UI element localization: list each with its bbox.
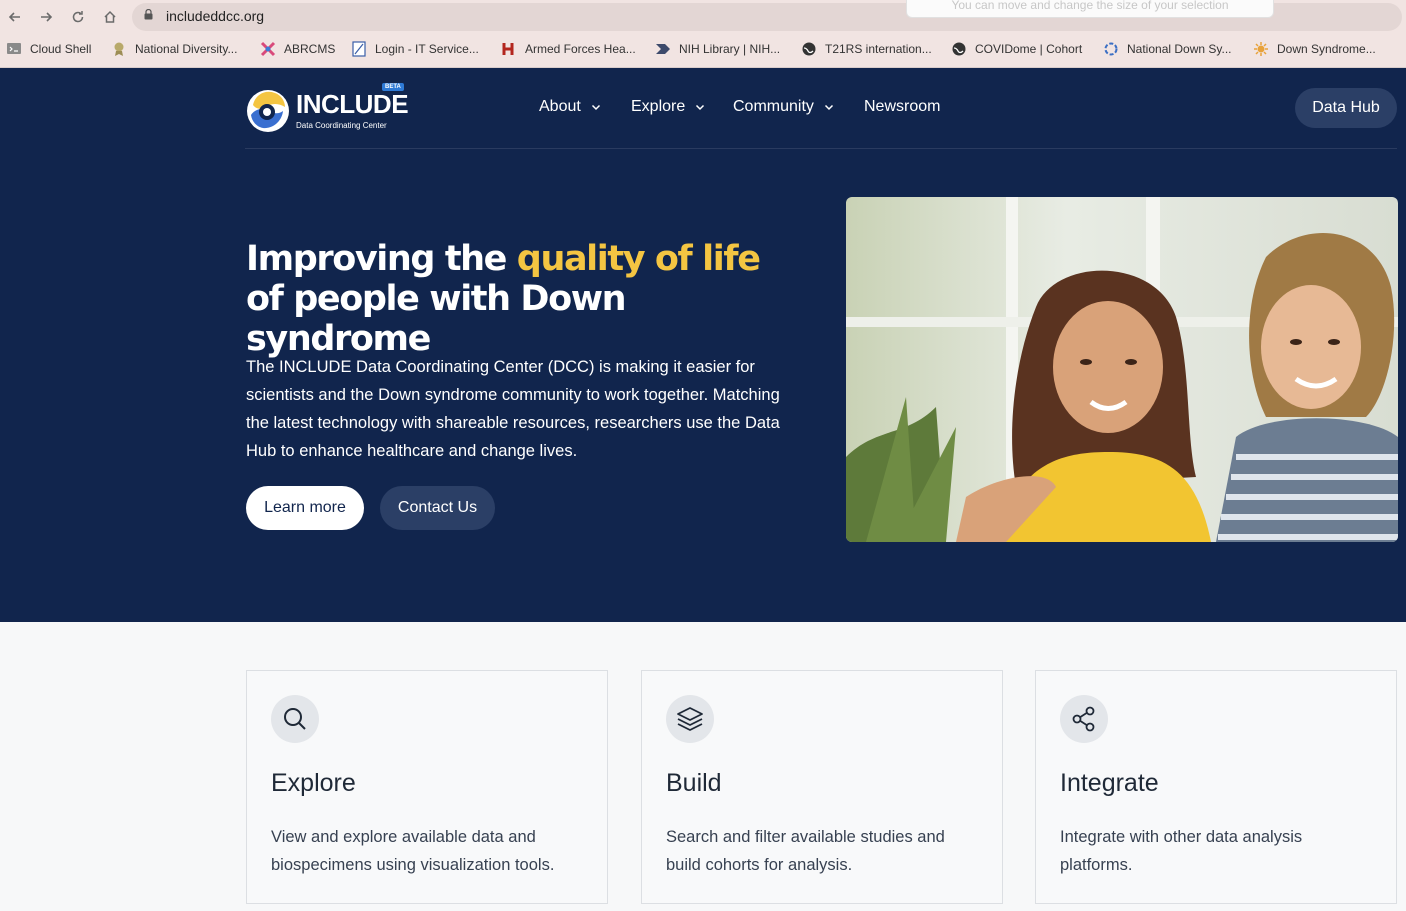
nav-about[interactable]: About (539, 98, 601, 116)
document-icon (351, 41, 367, 57)
sun-icon (1253, 41, 1269, 57)
headline-highlight: quality of life (516, 239, 761, 279)
hero-intro: The INCLUDE Data Coordinating Center (DC… (246, 358, 780, 460)
back-icon[interactable] (4, 6, 26, 28)
bookmark-armed-forces[interactable]: Armed Forces Hea... (501, 38, 636, 60)
bookmark-covidome[interactable]: COVIDome | Cohort (951, 38, 1082, 60)
lock-icon (144, 9, 153, 20)
bookmark-label: Login - IT Service... (375, 42, 479, 56)
include-logo-icon (247, 90, 289, 132)
card-description: Search and filter available studies and … (666, 828, 945, 874)
forward-icon[interactable] (35, 6, 57, 28)
hero-photo (846, 197, 1398, 542)
card-description: Integrate with other data analysis platf… (1060, 828, 1303, 874)
bookmark-label: ABRCMS (284, 42, 336, 56)
bookmark-label: Cloud Shell (30, 42, 92, 56)
bookmark-label: T21RS internation... (825, 42, 932, 56)
hero-section: INCLUDE BETA Data Coordinating Center Ab… (0, 68, 1406, 622)
learn-more-button[interactable]: Learn more (246, 486, 364, 530)
chevron-down-icon (824, 104, 833, 111)
hero-headline: Improving the quality of life of people … (246, 239, 806, 359)
feature-card-build[interactable]: Build Search and filter available studie… (641, 670, 1003, 904)
chevron-down-icon (696, 104, 705, 111)
share-icon (1060, 695, 1108, 743)
globe-icon (801, 41, 817, 57)
contact-us-button[interactable]: Contact Us (380, 486, 495, 530)
layers-icon (666, 695, 714, 743)
bookmark-t21rs[interactable]: T21RS internation... (801, 38, 932, 60)
nav-newsroom-label: Newsroom (864, 98, 941, 115)
feature-card-integrate[interactable]: Integrate Integrate with other data anal… (1035, 670, 1397, 904)
header-divider (245, 148, 1397, 149)
terminal-icon (6, 41, 22, 57)
bookmark-nih-library[interactable]: NIH Library | NIH... (655, 38, 780, 60)
h-logo-icon (501, 41, 517, 57)
url-text[interactable]: includeddcc.org (166, 8, 264, 24)
bookmark-abrcms[interactable]: ABRCMS (260, 38, 335, 60)
card-title: Build (666, 769, 722, 797)
bookmark-national-down-syndrome[interactable]: National Down Sy... (1103, 38, 1232, 60)
bookmark-down-syndrome[interactable]: Down Syndrome... (1253, 38, 1376, 60)
bookmark-national-diversity[interactable]: National Diversity... (111, 38, 237, 60)
bookmark-label: National Diversity... (135, 42, 238, 56)
bookmark-login-it[interactable]: Login - IT Service... (351, 38, 479, 60)
bookmark-label: NIH Library | NIH... (679, 42, 781, 56)
bookmarks-bar: Cloud Shell National Diversity... ABRCMS… (0, 38, 1406, 60)
site-logo[interactable]: INCLUDE BETA Data Coordinating Center (245, 83, 409, 135)
browser-chrome: includeddcc.org You can move and change … (0, 0, 1406, 68)
logo-wordmark: INCLUDE (296, 89, 409, 119)
selection-tooltip: You can move and change the size of your… (906, 0, 1274, 18)
puzzle-icon (260, 41, 276, 57)
nav-about-label: About (539, 98, 581, 115)
home-icon[interactable] (99, 6, 121, 28)
headline-part: of people with Down syndrome (246, 279, 627, 359)
bookmark-label: National Down Sy... (1127, 42, 1232, 56)
nav-explore[interactable]: Explore (631, 98, 705, 116)
bookmark-label: COVIDome | Cohort (975, 42, 1083, 56)
bookmark-label: Armed Forces Hea... (525, 42, 636, 56)
headline-part: Improving the (246, 239, 517, 279)
reload-icon[interactable] (67, 6, 89, 28)
feature-card-explore[interactable]: Explore View and explore available data … (246, 670, 608, 904)
card-description: View and explore available data and bios… (271, 828, 555, 874)
nav-explore-label: Explore (631, 98, 686, 115)
spinner-icon (1103, 41, 1119, 57)
award-icon (111, 41, 127, 57)
logo-subtitle: Data Coordinating Center (296, 121, 387, 130)
card-title: Integrate (1060, 769, 1159, 797)
globe-icon (951, 41, 967, 57)
chevron-down-icon (591, 104, 600, 111)
data-hub-button[interactable]: Data Hub (1295, 88, 1397, 128)
search-icon (271, 695, 319, 743)
bookmark-label: Down Syndrome... (1277, 42, 1376, 56)
card-title: Explore (271, 769, 356, 797)
beta-badge: BETA (382, 83, 404, 91)
nav-community-label: Community (733, 98, 814, 115)
nav-newsroom[interactable]: Newsroom (864, 98, 940, 116)
nav-community[interactable]: Community (733, 98, 834, 116)
bookmark-cloud-shell[interactable]: Cloud Shell (6, 38, 91, 60)
nih-icon (655, 41, 671, 57)
